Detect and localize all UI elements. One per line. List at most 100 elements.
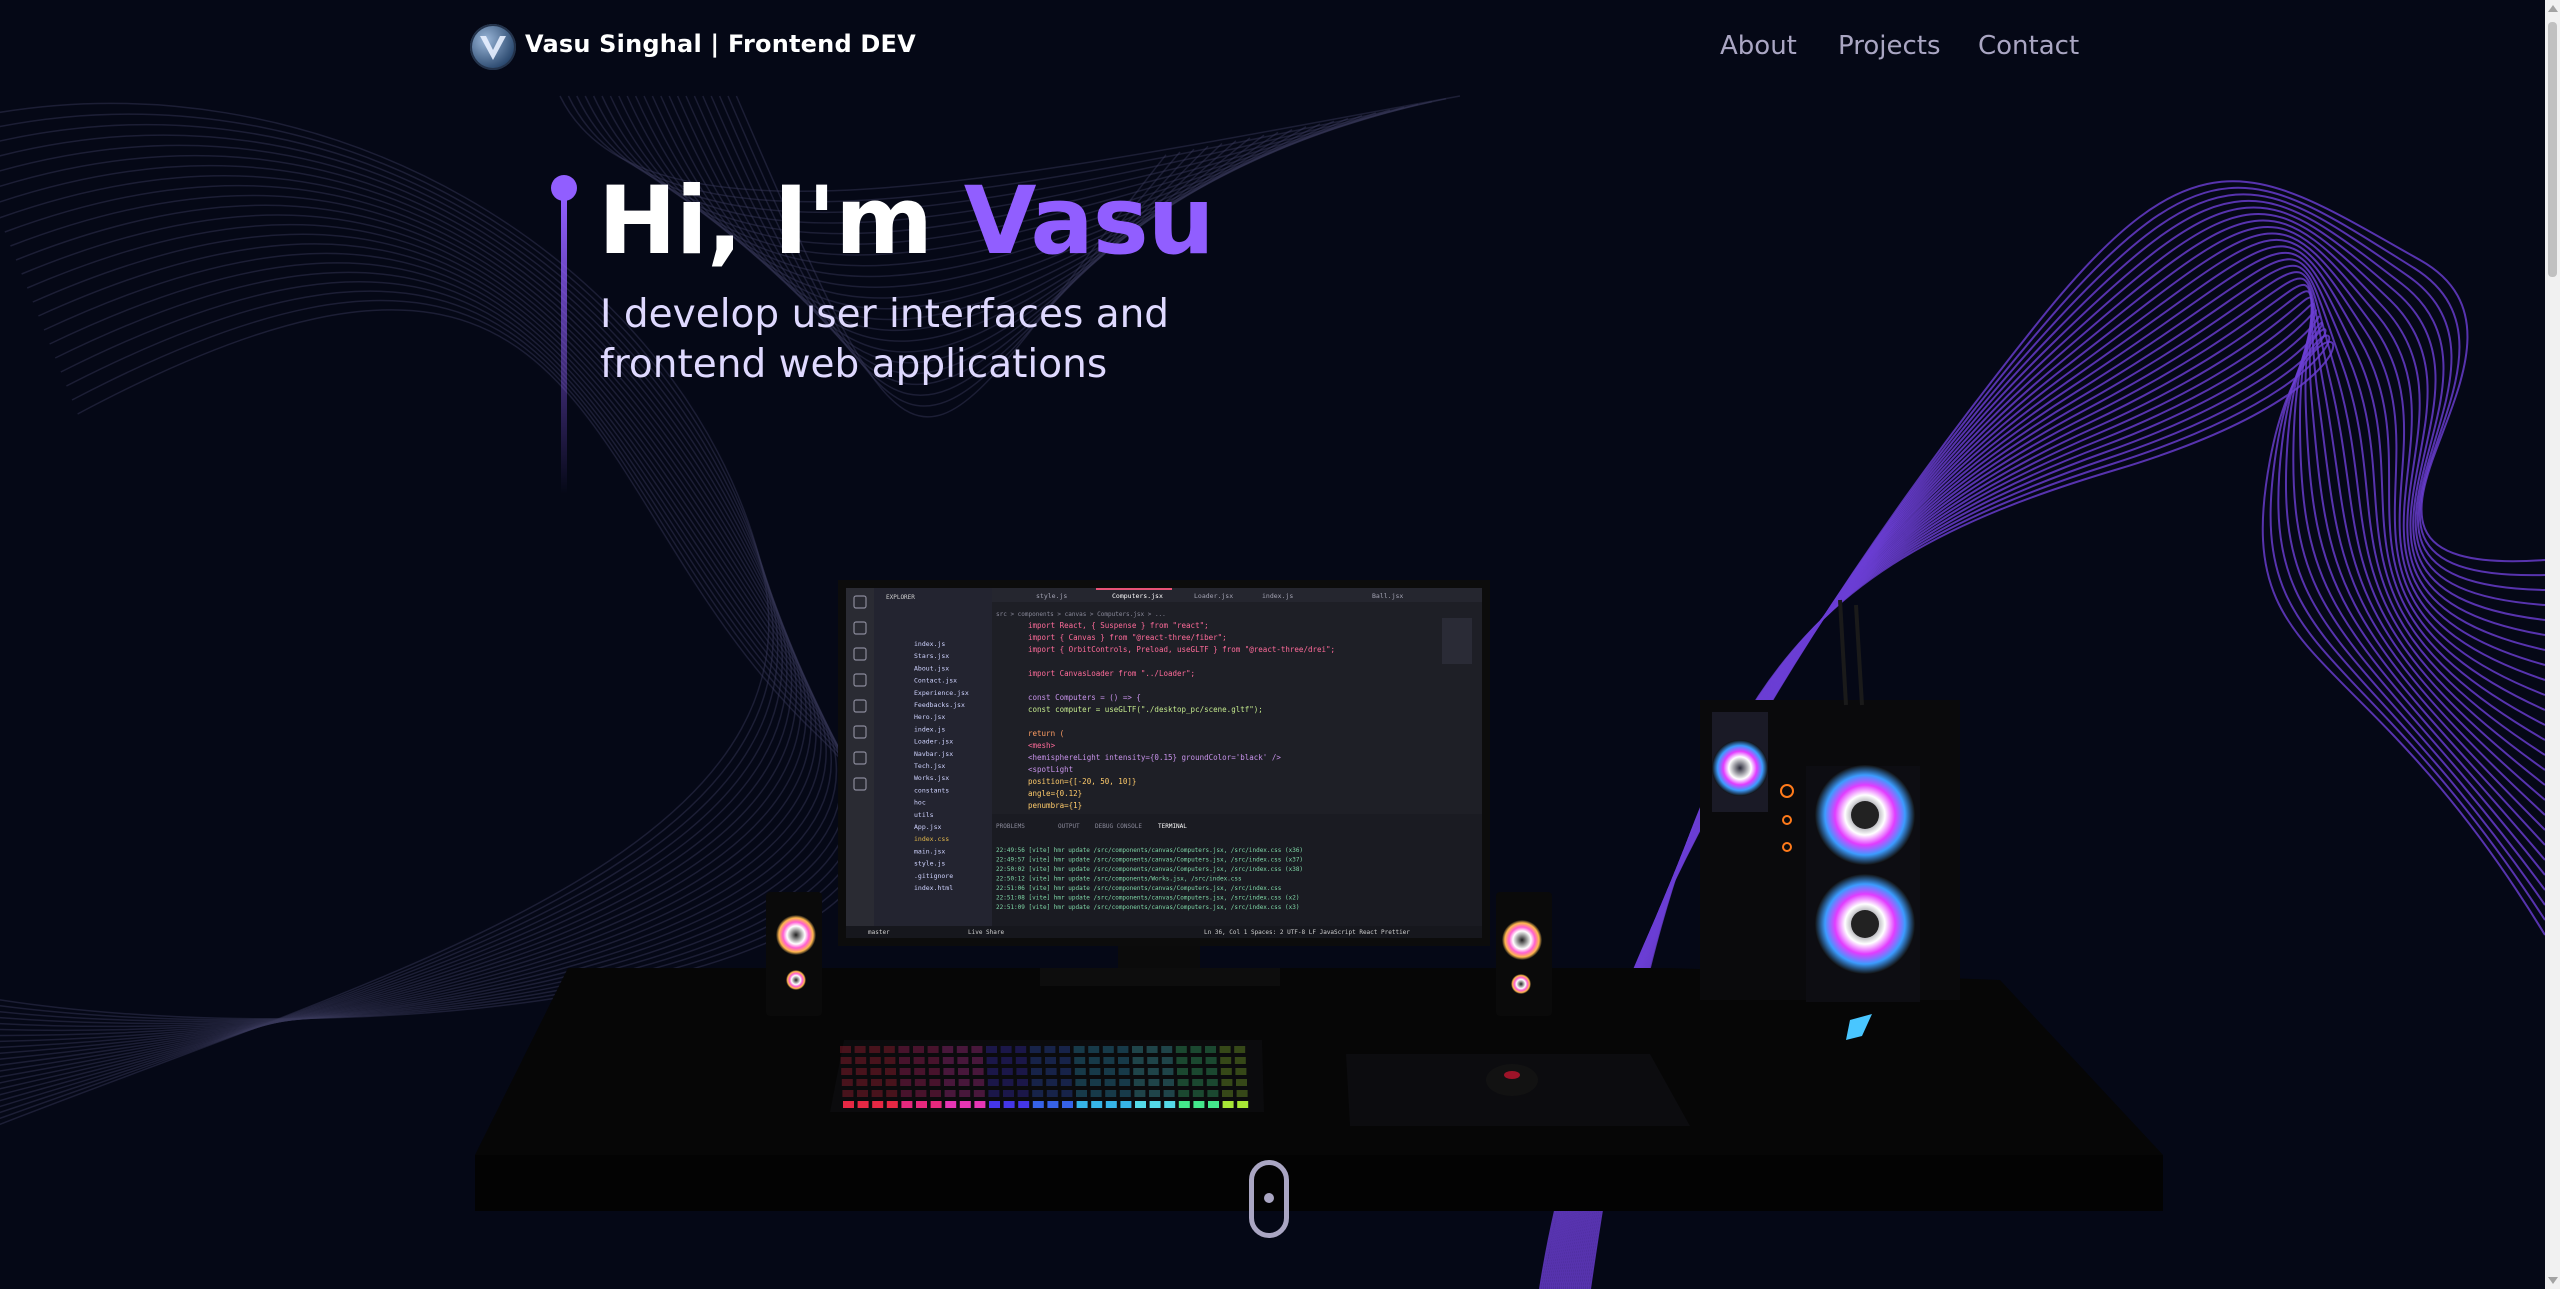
panel-tab[interactable]: TERMINAL — [1158, 823, 1187, 830]
panel-tab[interactable]: DEBUG CONSOLE — [1095, 823, 1142, 830]
editor-tab[interactable]: Loader.jsx — [1194, 592, 1233, 600]
editor-breadcrumb: src > components > canvas > Computers.js… — [996, 611, 1166, 618]
keyboard-key — [930, 1101, 942, 1108]
keyboard-key — [1161, 1057, 1173, 1064]
keyboard-key — [872, 1101, 884, 1108]
keyboard-key — [1178, 1101, 1190, 1108]
explorer-file[interactable]: Stars.jsx — [914, 652, 949, 660]
keyboard-key — [1161, 1046, 1173, 1053]
keyboard-key — [988, 1090, 1000, 1097]
editor-tab[interactable]: Ball.jsx — [1372, 592, 1403, 600]
nav-link-contact[interactable]: Contact — [1978, 31, 2079, 61]
keyboard-key — [900, 1090, 912, 1097]
keyboard-key — [1002, 1079, 1014, 1086]
status-live-share[interactable]: Live Share — [968, 929, 1005, 936]
explorer-file[interactable]: Loader.jsx — [914, 738, 953, 746]
explorer-file[interactable]: index.html — [914, 884, 953, 892]
explorer-file[interactable]: index.css — [914, 835, 949, 843]
keyboard-key — [1222, 1090, 1233, 1097]
keyboard-key — [900, 1079, 912, 1086]
explorer-file[interactable]: hoc — [914, 799, 926, 807]
explorer-file[interactable]: Contact.jsx — [914, 677, 957, 685]
terminal-line: 22:51:08 [vite] hmr update /src/componen… — [996, 895, 1299, 902]
explorer-file[interactable]: Experience.jsx — [914, 689, 969, 697]
keyboard-key — [1076, 1101, 1088, 1108]
v-logo-icon[interactable] — [470, 24, 516, 70]
explorer-file[interactable]: Tech.jsx — [914, 762, 945, 770]
keyboard-key — [885, 1079, 897, 1086]
brand-title[interactable]: Vasu Singhal | Frontend DEV — [525, 30, 916, 58]
keyboard-key — [944, 1090, 956, 1097]
keyboard-key — [1146, 1046, 1158, 1053]
keyboard-key — [1001, 1057, 1013, 1064]
keyboard-key — [1177, 1079, 1189, 1086]
keyboard-key — [1090, 1090, 1102, 1097]
editor-tab[interactable]: style.js — [1036, 592, 1067, 600]
keyboard-key — [1119, 1090, 1131, 1097]
keyboard-key — [913, 1046, 924, 1053]
explorer-file[interactable]: style.js — [914, 860, 945, 868]
keyboard-key — [1104, 1079, 1116, 1086]
explorer-file[interactable]: index.js — [914, 725, 945, 733]
hero-title: Hi, I'm Vasu — [598, 162, 1215, 282]
keyboard-key — [857, 1101, 869, 1108]
keyboard-key — [1162, 1068, 1174, 1075]
keyboard-key — [1003, 1090, 1014, 1097]
keyboard-key — [840, 1046, 851, 1053]
monitor-base — [1040, 968, 1280, 986]
keyboard-key — [1147, 1057, 1159, 1064]
keyboard-key — [1191, 1057, 1202, 1064]
keyboard-key — [1236, 1079, 1247, 1086]
status-branch[interactable]: master — [868, 929, 890, 936]
hero-subtitle-line-2: frontend web applications — [600, 342, 1108, 387]
code-line: <mesh> — [1028, 741, 1056, 750]
code-line: import { Canvas } from "@react-three/fib… — [1028, 633, 1227, 642]
editor-minimap — [1442, 618, 1472, 664]
code-line: <hemisphereLight intensity={0.15} ground… — [1028, 753, 1281, 762]
code-line: angle={0.12} — [1028, 789, 1082, 798]
explorer-file[interactable]: constants — [914, 786, 949, 794]
keyboard-key — [1029, 1046, 1041, 1053]
editor-tab[interactable]: index.js — [1262, 592, 1293, 600]
nav-link-projects[interactable]: Projects — [1838, 31, 1941, 61]
keyboard-key — [1104, 1068, 1115, 1075]
scrollbar-thumb[interactable] — [2548, 22, 2557, 277]
explorer-file[interactable]: About.jsx — [914, 664, 949, 672]
explorer-file[interactable]: .gitignore — [914, 872, 953, 880]
keyboard-key — [1149, 1090, 1160, 1097]
keyboard-key — [1074, 1057, 1086, 1064]
explorer-file[interactable]: App.jsx — [914, 823, 941, 831]
explorer-file[interactable]: utils — [914, 811, 934, 819]
scroll-up-arrow-icon[interactable] — [2548, 5, 2558, 12]
mouse-scroll-icon[interactable] — [1249, 1160, 1289, 1238]
keyboard-key — [929, 1079, 941, 1086]
desktop-pc-3d-scene[interactable]: EXPLORER index.js Stars.jsx About.jsx Conta… — [0, 0, 2560, 1289]
panel-tab[interactable]: OUTPUT — [1058, 823, 1080, 830]
explorer-file[interactable]: index.js — [914, 640, 945, 648]
page-scrollbar[interactable] — [2545, 0, 2560, 1289]
code-line: import CanvasLoader from "../Loader"; — [1028, 669, 1195, 678]
panel-tab[interactable]: PROBLEMS — [996, 823, 1025, 830]
keyboard-key — [1016, 1068, 1028, 1075]
keyboard-key — [1206, 1079, 1218, 1086]
hero-greeting: Hi, I'm — [598, 167, 964, 276]
keyboard-key — [871, 1090, 883, 1097]
scroll-down-arrow-icon[interactable] — [2548, 1277, 2558, 1284]
explorer-file[interactable]: main.jsx — [914, 847, 945, 855]
keyboard-key — [914, 1079, 926, 1086]
explorer-file[interactable]: Hero.jsx — [914, 713, 945, 721]
keyboard-key — [945, 1101, 957, 1108]
keyboard-key — [1046, 1079, 1058, 1086]
keyboard-key — [901, 1101, 913, 1108]
nav-link-about[interactable]: About — [1720, 31, 1797, 61]
keyboard-key — [927, 1046, 939, 1053]
explorer-file[interactable]: Navbar.jsx — [914, 750, 953, 758]
keyboard-key — [914, 1068, 926, 1075]
keyboard-key — [855, 1068, 867, 1075]
keyboard-key — [1062, 1101, 1073, 1108]
keyboard-key — [1219, 1046, 1231, 1053]
explorer-file[interactable]: Feedbacks.jsx — [914, 701, 965, 709]
editor-tab[interactable]: Computers.jsx — [1112, 592, 1163, 600]
explorer-file[interactable]: Works.jsx — [914, 774, 949, 782]
keyboard-key — [1076, 1090, 1087, 1097]
